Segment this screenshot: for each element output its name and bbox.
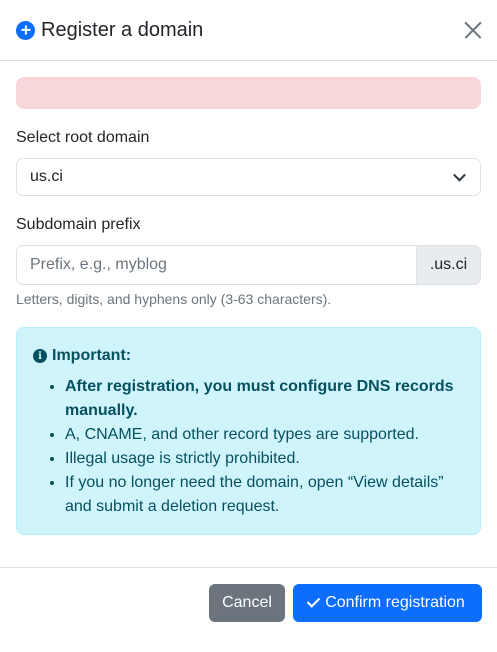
root-domain-select[interactable]: us.ci [16, 158, 481, 196]
close-icon[interactable] [463, 20, 483, 40]
cancel-button-label: Cancel [222, 594, 272, 611]
error-alert [16, 77, 481, 109]
confirm-button-label: Confirm registration [325, 594, 465, 611]
info-item-deletion: If you no longer need the domain, open “… [65, 471, 464, 519]
modal-footer: Cancel Confirm registration [0, 567, 497, 652]
cancel-button[interactable]: Cancel [209, 584, 285, 622]
info-item-dns: After registration, you must configure D… [65, 375, 464, 423]
chevron-down-icon [453, 168, 466, 182]
modal-body: Select root domain us.ci Subdomain prefi… [0, 61, 497, 535]
info-title: Important: [52, 347, 132, 364]
root-domain-selected-value: us.ci [30, 168, 63, 185]
subdomain-input-group: .us.ci [16, 245, 481, 285]
root-domain-label: Select root domain [16, 129, 150, 146]
info-circle-icon: i [33, 349, 47, 363]
subdomain-input[interactable] [16, 245, 416, 285]
info-list: After registration, you must configure D… [33, 375, 464, 519]
register-domain-modal: Register a domain Select root domain us.… [0, 0, 497, 652]
info-item-record-types: A, CNAME, and other record types are sup… [65, 423, 464, 447]
confirm-registration-button[interactable]: Confirm registration [293, 584, 482, 622]
subdomain-label: Subdomain prefix [16, 216, 141, 233]
info-heading: i Important: [33, 347, 464, 365]
modal-title: Register a domain [41, 18, 204, 41]
important-info-box: i Important: After registration, you mus… [16, 327, 481, 535]
subdomain-help-text: Letters, digits, and hyphens only (3-63 … [16, 291, 332, 307]
info-item-illegal-usage: Illegal usage is strictly prohibited. [65, 447, 464, 471]
check-icon [306, 594, 321, 608]
domain-suffix: .us.ci [416, 245, 481, 285]
plus-circle-icon [16, 20, 35, 40]
title-wrap: Register a domain [16, 19, 203, 42]
modal-header: Register a domain [0, 0, 497, 61]
